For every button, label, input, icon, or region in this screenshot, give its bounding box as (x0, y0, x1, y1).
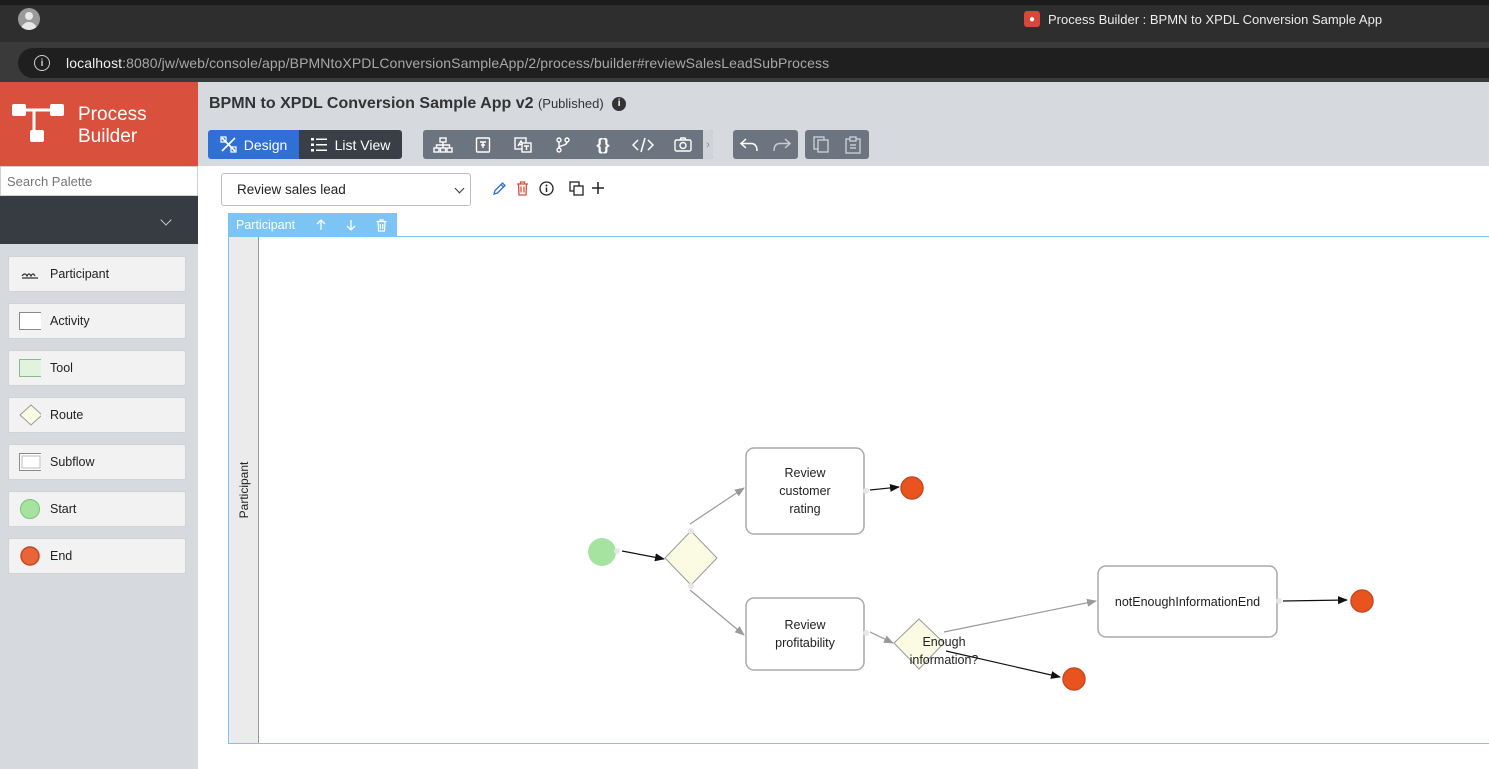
route-gateway (664, 530, 718, 586)
end-event (1062, 667, 1086, 691)
end-event (900, 476, 924, 500)
transition-profitability-to-decision (869, 631, 894, 644)
transition-start-to-route (621, 550, 665, 562)
activity-label[interactable]: Review customer rating (746, 448, 864, 534)
transition-route-to-profitability (689, 589, 745, 636)
transition-decision-to-notenough (943, 598, 1097, 633)
transition-route-to-rating (689, 487, 745, 525)
activity-label[interactable]: notEnoughInformationEnd (1098, 566, 1277, 637)
end-event (1350, 589, 1374, 613)
transition-rating-to-end (869, 483, 900, 492)
activity-label[interactable]: Review profitability (746, 598, 864, 670)
route-label[interactable]: Enough information? (900, 632, 988, 670)
process-diagram (588, 447, 1374, 691)
transition-notenough-to-end (1282, 596, 1348, 605)
start-event (588, 538, 616, 566)
